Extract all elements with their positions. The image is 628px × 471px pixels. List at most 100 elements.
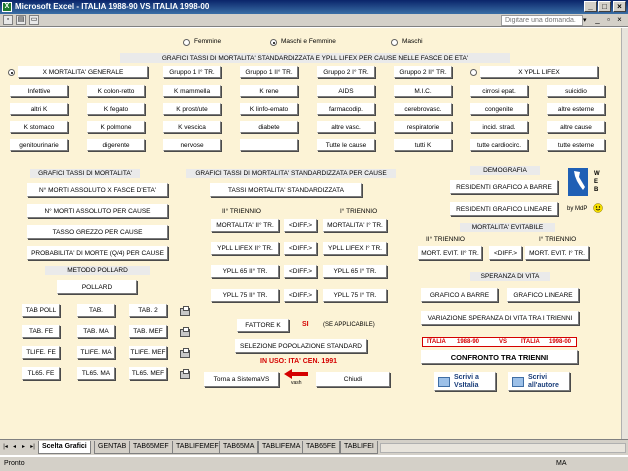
cause-button[interactable]: incid. strad. [470, 121, 528, 133]
table-button[interactable]: TLIFE. MEF [129, 346, 167, 359]
cause-button[interactable]: cerebrovasc. [394, 103, 452, 115]
cause-button[interactable]: K stomaco [10, 121, 68, 133]
radio-mortality-general[interactable] [8, 69, 15, 76]
cause-button[interactable]: congenite [470, 103, 528, 115]
cause-button[interactable]: tutti K [394, 139, 452, 151]
cause-button[interactable]: farmacodip. [317, 103, 375, 115]
cause-button[interactable]: altri K [10, 103, 68, 115]
tab-tab65ma[interactable]: TAB65MA [219, 441, 259, 454]
excel-icon[interactable]: X [2, 2, 12, 12]
table-button[interactable]: TAB. FE [22, 325, 60, 338]
cause-button[interactable]: Infettive [10, 85, 68, 97]
cause-button[interactable]: altre esterne [547, 103, 605, 115]
std-row-diff[interactable]: <DIFF.> [284, 242, 317, 255]
close-window-button[interactable]: × [613, 1, 626, 12]
cause-button[interactable]: K polmone [87, 121, 145, 133]
next-sheet-icon[interactable]: ▸ [20, 443, 27, 452]
vertical-scrollbar[interactable] [621, 28, 628, 439]
std-row-first[interactable]: YPLL 75 I° TR. [323, 289, 387, 302]
table-button[interactable]: TAB. MA [77, 325, 115, 338]
tab-tab65mef[interactable]: TAB65MEF [129, 441, 173, 454]
cause-button[interactable]: K rene [240, 85, 298, 97]
table-button[interactable]: TL65. MEF [129, 367, 167, 380]
table-button[interactable]: TLIFE. MA [77, 346, 115, 359]
prev-sheet-icon[interactable]: ◂ [11, 443, 18, 452]
doc-close-button[interactable]: × [614, 15, 625, 25]
cause-button[interactable]: Tutte le cause [317, 139, 375, 151]
printer-icon[interactable] [180, 369, 190, 379]
print-icon[interactable]: ▭ [29, 15, 39, 25]
std-row-first[interactable]: MORTALITA' I° TR. [323, 219, 387, 232]
std-row-first[interactable]: YPLL LIFEX I° TR. [323, 242, 387, 255]
crude-rate-button[interactable]: TASSO GREZZO PER CAUSE [27, 225, 168, 239]
tab-tablifema[interactable]: TABLIFEMA [258, 441, 305, 454]
cause-button[interactable]: tutte cardiocirc. [470, 139, 528, 151]
close-button[interactable]: Chiudi [316, 372, 390, 387]
doc-minimize-button[interactable]: _ [592, 15, 603, 25]
cause-button[interactable]: AIDS [317, 85, 375, 97]
tab-scelta-grafici[interactable]: Scelta Grafici [38, 441, 91, 454]
tab-gentab[interactable]: GENTAB [94, 441, 131, 454]
cause-button[interactable]: digerente [87, 139, 145, 151]
table-button[interactable]: TAB. MEF [129, 325, 167, 338]
std-row-second[interactable]: MORTALITA' II° TR. [211, 219, 279, 232]
std-row-second[interactable]: YPLL 65 II° TR. [211, 265, 279, 278]
write-author-button[interactable]: Scrivi all'autore [508, 372, 570, 391]
cause-button[interactable]: K linfo-emato [240, 103, 298, 115]
pollard-button[interactable]: POLLARD [57, 280, 137, 294]
radio-male[interactable] [391, 39, 398, 46]
std-row-diff[interactable]: <DIFF.> [284, 219, 317, 232]
avoidable-diff-button[interactable]: <DIFF.> [489, 246, 522, 260]
cause-button[interactable]: suicidio [547, 85, 605, 97]
table-button[interactable]: TAB. 2 [129, 304, 167, 317]
printer-icon[interactable] [180, 306, 190, 316]
last-sheet-icon[interactable]: ▸| [29, 443, 36, 452]
open-folder-icon[interactable]: ▤ [16, 15, 26, 25]
table-button[interactable]: TAB POLL [22, 304, 60, 317]
death-probability-button[interactable]: PROBABILITA' DI MORTE (Q/4) PER CAUSE [27, 246, 168, 260]
cause-button[interactable]: K fegato [87, 103, 145, 115]
cause-button[interactable]: altre vasc. [317, 121, 375, 133]
write-vsitalia-button[interactable]: Scrivi a VsItalia [434, 372, 496, 391]
select-population-button[interactable]: SELEZIONE POPOLAZIONE STANDARD [235, 339, 367, 353]
new-document-icon[interactable]: ▫ [3, 15, 13, 25]
mortality-general-button[interactable]: X MORTALITA' GENERALE [18, 66, 148, 78]
residents-line-button[interactable]: RESIDENTI GRAFICO LINEARE [450, 202, 558, 216]
printer-icon[interactable] [180, 327, 190, 337]
cause-button[interactable]: K prost/ute [163, 103, 221, 115]
cause-button[interactable]: altre cause [547, 121, 605, 133]
maximize-button[interactable]: □ [598, 1, 611, 12]
table-button[interactable]: TL65. MA [77, 367, 115, 380]
group-button-1[interactable]: Gruppo 1 II° TR. [240, 66, 298, 78]
ypll-lifex-button[interactable]: X YPLL LIFEX [480, 66, 598, 78]
std-row-diff[interactable]: <DIFF.> [284, 265, 317, 278]
cause-button[interactable]: genitourinarie [10, 139, 68, 151]
cause-button[interactable]: K vescica [163, 121, 221, 133]
residents-bar-button[interactable]: RESIDENTI GRAFICO A BARRE [450, 180, 558, 194]
life-line-button[interactable]: GRAFICO LINEARE [507, 288, 579, 302]
italy-map-icon[interactable] [568, 168, 588, 196]
cause-button[interactable] [240, 139, 298, 151]
life-bar-button[interactable]: GRAFICO A BARRE [421, 288, 498, 302]
deaths-by-cause-button[interactable]: N° MORTI ASSOLUTO PER CAUSE [27, 204, 168, 218]
group-button-2[interactable]: Gruppo 2 I° TR. [317, 66, 375, 78]
cause-button[interactable]: cirrosi epat. [470, 85, 528, 97]
printer-icon[interactable] [180, 348, 190, 358]
cause-button[interactable]: nervose [163, 139, 221, 151]
std-row-second[interactable]: YPLL 75 II° TR. [211, 289, 279, 302]
help-search-input[interactable] [501, 15, 583, 26]
cause-button[interactable]: respiratorie [394, 121, 452, 133]
radio-female[interactable] [183, 39, 190, 46]
factor-k-button[interactable]: FATTORE K [237, 319, 289, 332]
smiley-icon[interactable] [593, 203, 603, 213]
cause-button[interactable]: M.I.C. [394, 85, 452, 97]
table-button[interactable]: TAB. [77, 304, 115, 317]
std-row-first[interactable]: YPLL 65 I° TR. [323, 265, 387, 278]
avoidable-first-button[interactable]: MORT. EVIT. I° TR. [525, 246, 589, 260]
avoidable-second-button[interactable]: MORT. EVIT. II° TR. [418, 246, 482, 260]
group-button-3[interactable]: Gruppo 2 II° TR. [394, 66, 452, 78]
compare-triennia-button[interactable]: CONFRONTO TRA TRIENNI [421, 350, 578, 364]
cause-button[interactable]: diabete [240, 121, 298, 133]
help-dropdown-icon[interactable]: ▾ [583, 16, 587, 24]
radio-ypll-lifex[interactable] [470, 69, 477, 76]
